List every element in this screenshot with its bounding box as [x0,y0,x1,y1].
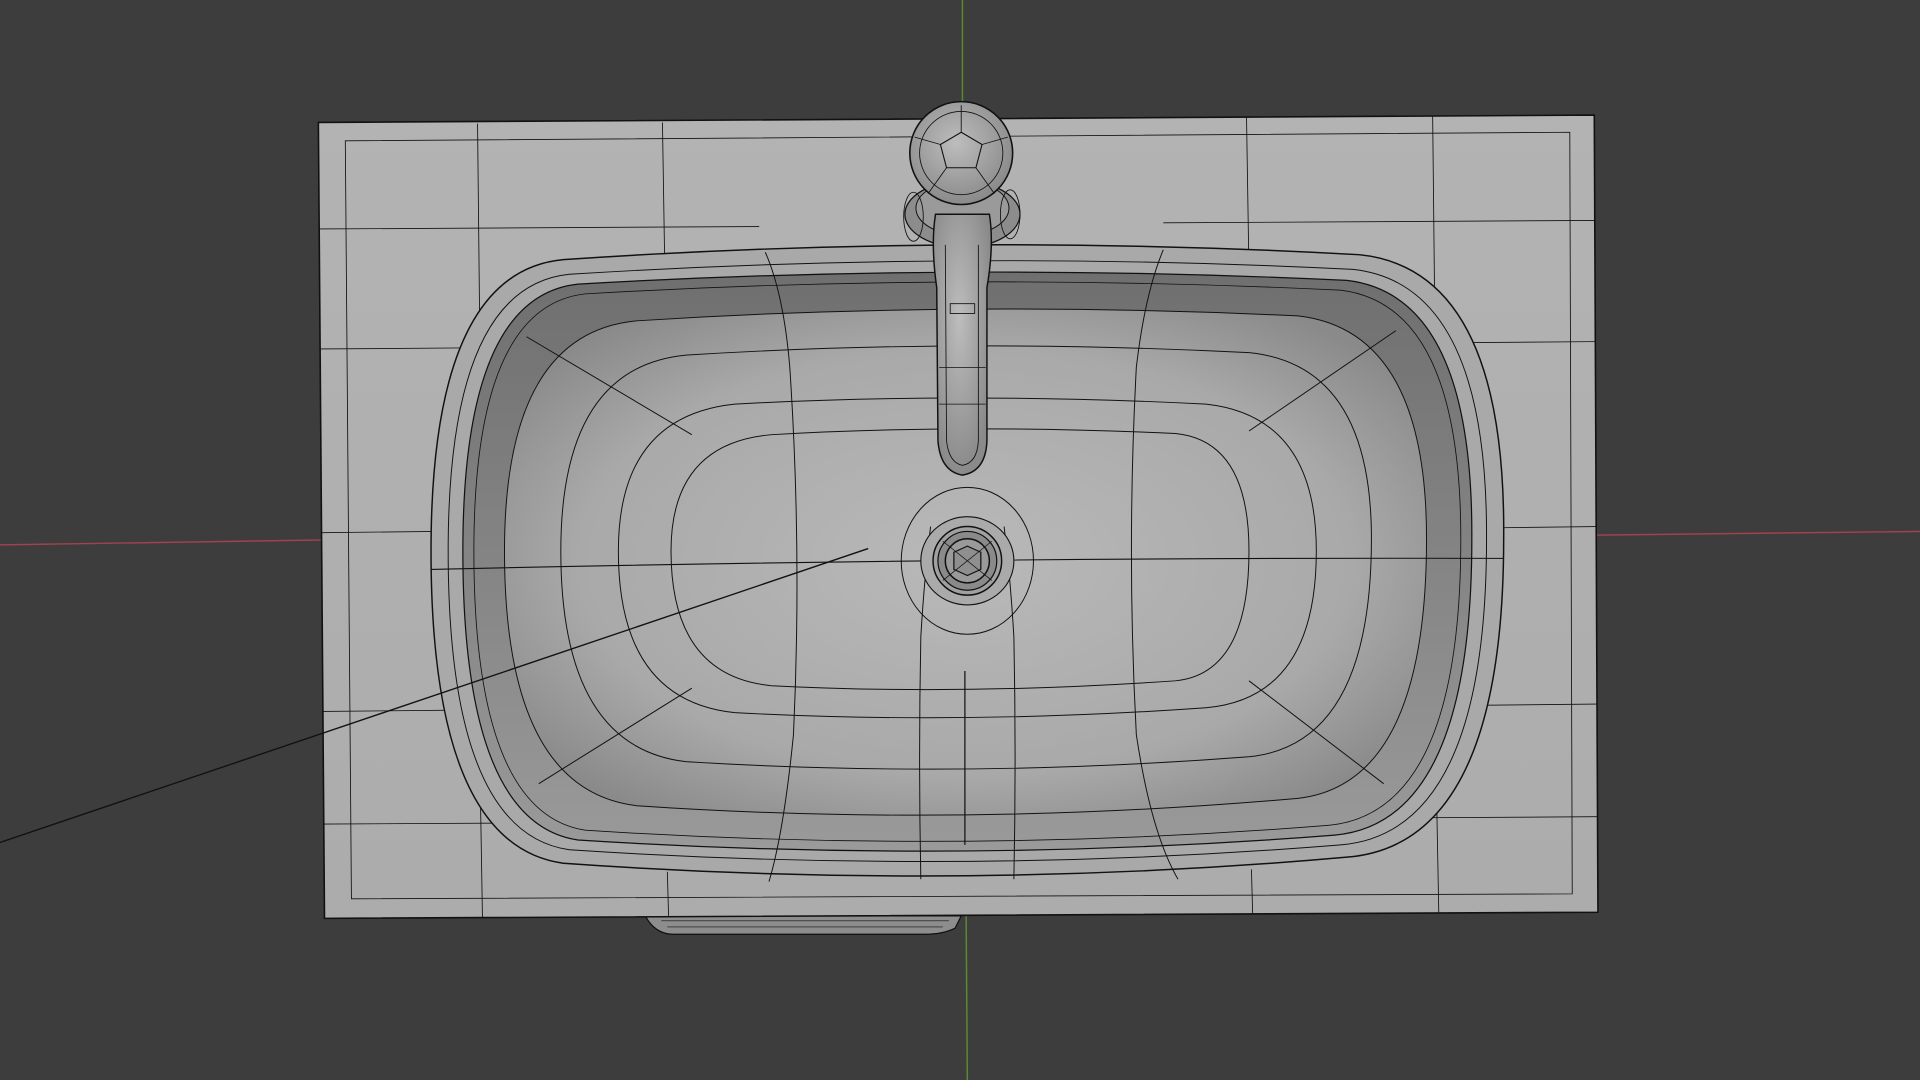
x-axis-line [0,539,321,546]
viewport-canvas[interactable] [0,0,1920,1080]
y-axis-line-bottom [965,915,969,1080]
drawer-bottom-mesh[interactable] [644,915,963,935]
x-axis-line-right [1596,530,1920,536]
3d-viewport[interactable] [0,0,1920,1080]
